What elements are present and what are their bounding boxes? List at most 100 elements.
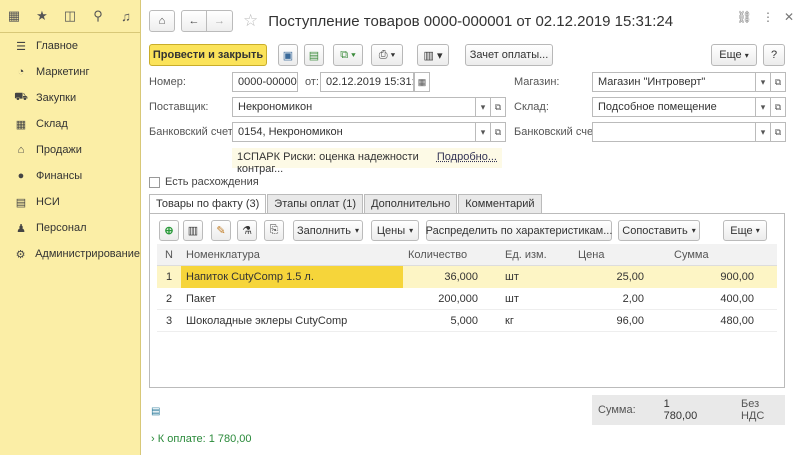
- open-icon: ⧉: [774, 126, 782, 137]
- distribute-button[interactable]: Распределить по характеристикам...: [426, 220, 612, 241]
- reports-button[interactable]: ▥ ▾: [417, 44, 449, 66]
- items-table: N Номенклатура Количество Ед. изм. Цена …: [157, 244, 777, 332]
- post-and-close-button[interactable]: Провести и закрыть: [149, 44, 267, 66]
- shop-open[interactable]: ⧉: [770, 72, 786, 92]
- tab-goods-actual[interactable]: Товары по факту (3): [149, 194, 267, 214]
- bank-account2-dropdown[interactable]: ▾: [755, 122, 771, 142]
- cell-sum[interactable]: 900,00: [649, 266, 759, 288]
- col-qty[interactable]: Количество: [403, 244, 483, 266]
- number-field[interactable]: 0000-000001: [232, 72, 298, 92]
- sidebar-item-purchases[interactable]: ⛟ Закупки: [0, 85, 140, 111]
- supplier-label: Поставщик:: [149, 101, 209, 113]
- discrepancy-checkbox[interactable]: [149, 176, 160, 188]
- cell-unit[interactable]: шт: [483, 288, 573, 310]
- command-bar: Провести и закрыть ▣ ▤ ⧉ ▾ ⎙ ▾ ▥ ▾ Зачет…: [149, 44, 794, 66]
- warehouse-dropdown[interactable]: ▾: [755, 97, 771, 117]
- more-vertical-icon[interactable]: ⋮: [762, 10, 774, 24]
- col-n[interactable]: N: [157, 244, 181, 266]
- close-icon[interactable]: ✕: [784, 10, 794, 24]
- warehouse-open[interactable]: ⧉: [770, 97, 786, 117]
- edit-button[interactable]: ✎: [211, 220, 231, 241]
- cell-price[interactable]: 96,00: [573, 310, 649, 332]
- sidebar-item-main[interactable]: ☰ Главное: [0, 33, 140, 59]
- cell-name[interactable]: Напиток CutyComp 1.5 л.: [181, 266, 403, 288]
- cell-sum[interactable]: 480,00: [649, 310, 759, 332]
- cell-name[interactable]: Пакет: [181, 288, 403, 310]
- add-row-button[interactable]: ⊕: [159, 220, 179, 241]
- shop-dropdown[interactable]: ▾: [755, 72, 771, 92]
- cell-sum[interactable]: 400,00: [649, 288, 759, 310]
- sidebar-item-admin[interactable]: ⚙ Администрирование: [0, 241, 140, 267]
- barcode-button[interactable]: ▥: [183, 220, 203, 241]
- help-button[interactable]: ?: [763, 44, 785, 66]
- supplier-field[interactable]: Некрономикон: [232, 97, 476, 117]
- home-button[interactable]: ⌂: [149, 10, 175, 32]
- print-button[interactable]: ⎙ ▾: [371, 44, 403, 66]
- tab-comment[interactable]: Комментарий: [458, 194, 542, 213]
- load-button[interactable]: ⎘: [264, 220, 284, 241]
- back-button[interactable]: ←: [181, 10, 207, 32]
- star-icon[interactable]: ★: [28, 0, 56, 33]
- cell-price[interactable]: 2,00: [573, 288, 649, 310]
- discrepancy-checkbox-row[interactable]: Есть расхождения: [149, 176, 259, 188]
- sidebar-item-finance[interactable]: ● Финансы: [0, 163, 140, 189]
- table-row[interactable]: 2 Пакет 200,000 шт 2,00 400,00: [157, 288, 777, 310]
- favorite-star-icon[interactable]: ☆: [243, 11, 258, 31]
- date-field[interactable]: 02.12.2019 15:31:24: [320, 72, 414, 92]
- document-info-icon[interactable]: ▤: [151, 406, 160, 417]
- sidebar-item-staff[interactable]: ♟ Персонал: [0, 215, 140, 241]
- prices-button[interactable]: Цены ▾: [371, 220, 419, 241]
- table-row[interactable]: 3 Шоколадные эклеры CutyComp 5,000 кг 96…: [157, 310, 777, 332]
- menu-icon: ☰: [16, 40, 26, 53]
- col-price[interactable]: Цена: [573, 244, 649, 266]
- open-icon: ⧉: [494, 101, 502, 112]
- cell-qty[interactable]: 200,000: [403, 288, 483, 310]
- bell-icon[interactable]: ♫: [112, 0, 140, 33]
- cell-price[interactable]: 25,00: [573, 266, 649, 288]
- items-more-button[interactable]: Еще ▾: [723, 220, 767, 241]
- bank-account-open[interactable]: ⧉: [490, 122, 506, 142]
- bank-account-field[interactable]: 0154, Некрономикон: [232, 122, 476, 142]
- gear-icon: ⚙: [15, 248, 26, 261]
- forward-button[interactable]: →: [207, 10, 233, 32]
- cell-unit[interactable]: кг: [483, 310, 573, 332]
- tab-additional[interactable]: Дополнительно: [364, 194, 458, 213]
- table-row[interactable]: 1 Напиток CutyComp 1.5 л. 36,000 шт 25,0…: [157, 266, 777, 288]
- cell-qty[interactable]: 5,000: [403, 310, 483, 332]
- supplier-dropdown[interactable]: ▾: [475, 97, 491, 117]
- sidebar-item-marketing[interactable]: ◔ Маркетинг: [0, 59, 140, 85]
- sidebar-item-warehouse[interactable]: ▦ Склад: [0, 111, 140, 137]
- pick-button[interactable]: ⚗: [237, 220, 257, 241]
- more-button[interactable]: Еще ▾: [711, 44, 757, 66]
- bank-account2-field[interactable]: [592, 122, 756, 142]
- create-based-button[interactable]: ⧉ ▾: [333, 44, 363, 66]
- spark-details-link[interactable]: Подробно...: [437, 151, 497, 165]
- calendar-button[interactable]: ▦: [414, 72, 430, 92]
- to-pay-link[interactable]: › К оплате: 1 780,00: [151, 433, 252, 445]
- fill-button[interactable]: Заполнить ▾: [293, 220, 363, 241]
- sidebar-item-nsi[interactable]: ▤ НСИ: [0, 189, 140, 215]
- search-icon[interactable]: ⚲: [84, 0, 112, 33]
- cell-name[interactable]: Шоколадные эклеры CutyComp: [181, 310, 403, 332]
- supplier-open[interactable]: ⧉: [490, 97, 506, 117]
- col-name[interactable]: Номенклатура: [181, 244, 403, 266]
- payment-offset-button[interactable]: Зачет оплаты...: [465, 44, 553, 66]
- col-sum[interactable]: Сумма: [649, 244, 759, 266]
- tab-payment-stages[interactable]: Этапы оплат (1): [267, 194, 364, 213]
- history-icon[interactable]: ◫: [56, 0, 84, 33]
- database-icon: ▤: [15, 196, 27, 209]
- save-button[interactable]: ▣: [278, 44, 298, 66]
- bank-account-dropdown[interactable]: ▾: [475, 122, 491, 142]
- cell-unit[interactable]: шт: [483, 266, 573, 288]
- basket-icon: ⌂: [17, 144, 25, 156]
- warehouse-field[interactable]: Подсобное помещение: [592, 97, 756, 117]
- shop-field[interactable]: Магазин "Интроверт": [592, 72, 756, 92]
- compare-button[interactable]: Сопоставить ▾: [618, 220, 700, 241]
- post-button[interactable]: ▤: [304, 44, 324, 66]
- grid-icon[interactable]: ▦: [0, 0, 28, 33]
- bank-account2-open[interactable]: ⧉: [770, 122, 786, 142]
- link-icon[interactable]: ⛓: [737, 10, 752, 24]
- cell-qty[interactable]: 36,000: [403, 266, 483, 288]
- col-unit[interactable]: Ед. изм.: [483, 244, 573, 266]
- sidebar-item-sales[interactable]: ⌂ Продажи: [0, 137, 140, 163]
